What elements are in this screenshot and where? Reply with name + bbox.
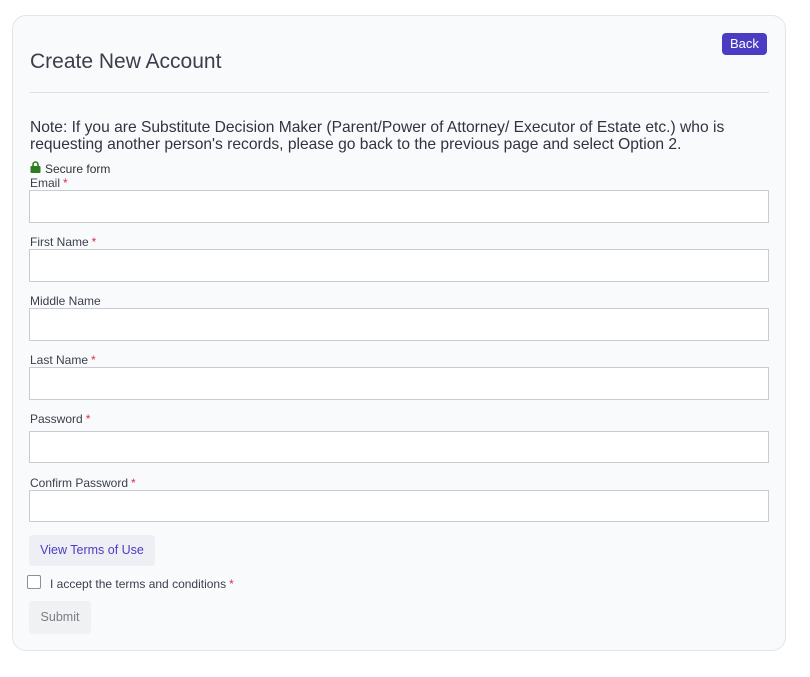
required-marker: * — [229, 577, 234, 591]
first-name-field[interactable] — [29, 249, 769, 282]
required-marker: * — [91, 353, 96, 367]
required-marker: * — [63, 176, 68, 190]
confirm-password-field[interactable] — [29, 490, 769, 522]
middle-name-field[interactable] — [29, 308, 769, 341]
secure-form-indicator: Secure form — [30, 161, 111, 176]
password-field[interactable] — [29, 431, 769, 463]
required-marker: * — [91, 235, 97, 249]
confirm-password-label: Confirm Password * — [30, 476, 136, 490]
back-button[interactable]: Back — [722, 33, 767, 55]
middle-name-label: Middle Name — [30, 294, 101, 308]
required-marker: * — [131, 476, 136, 490]
substitute-decision-maker-note: Note: If you are Substitute Decision Mak… — [30, 119, 725, 153]
accept-terms-checkbox[interactable] — [27, 575, 41, 589]
email-field[interactable] — [29, 190, 769, 223]
required-marker: * — [85, 412, 91, 426]
lock-icon — [30, 161, 41, 176]
last-name-label: Last Name * — [30, 353, 96, 367]
secure-form-label: Secure form — [45, 161, 111, 176]
view-terms-button[interactable]: View Terms of Use — [29, 535, 155, 566]
accept-terms-label: I accept the terms and conditions * — [50, 577, 234, 591]
page-title: Create New Account — [30, 50, 222, 73]
password-label: Password * — [30, 412, 91, 426]
first-name-label: First Name * — [30, 235, 97, 249]
divider — [30, 92, 769, 93]
submit-button[interactable]: Submit — [29, 601, 91, 634]
last-name-field[interactable] — [29, 367, 769, 400]
email-label: Email * — [30, 176, 68, 190]
